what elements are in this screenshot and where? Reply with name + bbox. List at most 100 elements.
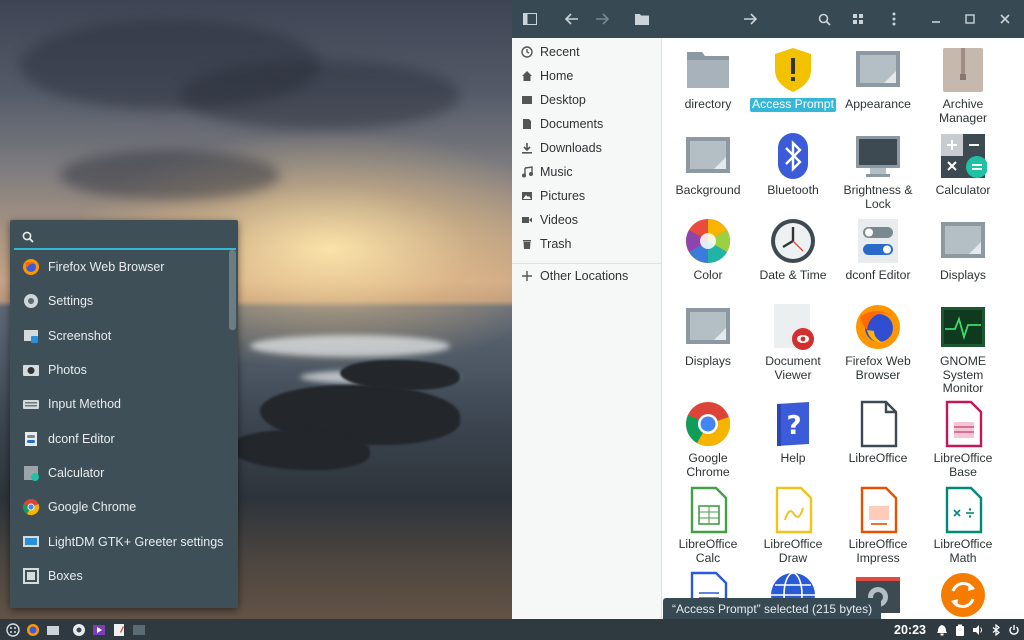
grid-item-date-time[interactable]: Date & Time bbox=[750, 217, 836, 283]
minimize-icon[interactable] bbox=[928, 11, 944, 27]
sidebar-item-videos[interactable]: Videos bbox=[512, 208, 662, 232]
grid-item-label: LibreOffice Base bbox=[933, 451, 993, 479]
grid-item-displays[interactable]: Displays bbox=[920, 217, 1006, 283]
media-player-icon[interactable] bbox=[92, 623, 106, 637]
launcher-item-label: Settings bbox=[48, 294, 94, 309]
libreoffice-base-icon bbox=[945, 400, 983, 448]
bluetooth-icon[interactable] bbox=[990, 623, 1002, 636]
grid-view-icon[interactable] bbox=[850, 11, 866, 27]
launcher-item-photos[interactable]: Photos bbox=[10, 353, 228, 387]
launcher-item-firefox[interactable]: Firefox Web Browser bbox=[10, 250, 228, 284]
notification-bell-icon[interactable] bbox=[936, 624, 948, 636]
menu-icon[interactable] bbox=[6, 622, 20, 637]
grid-item-label: Date & Time bbox=[759, 268, 827, 282]
screenshot-icon bbox=[24, 329, 38, 343]
maximize-icon[interactable] bbox=[962, 11, 978, 27]
clock[interactable]: 20:23 bbox=[894, 623, 926, 637]
launcher-app-list: Firefox Web Browser Settings Screenshot … bbox=[10, 250, 228, 593]
sidebar-item-label: Downloads bbox=[540, 141, 602, 155]
grid-item-bluetooth[interactable]: Bluetooth bbox=[750, 132, 836, 198]
grid-item-dconf-editor[interactable]: dconf Editor bbox=[835, 217, 921, 283]
sidebar-item-desktop[interactable]: Desktop bbox=[512, 88, 662, 112]
volume-icon[interactable] bbox=[972, 624, 984, 636]
search-icon[interactable] bbox=[816, 11, 832, 27]
battery-icon[interactable] bbox=[954, 624, 966, 636]
launcher-scrollbar[interactable] bbox=[229, 250, 236, 330]
terminal-icon[interactable] bbox=[132, 623, 146, 637]
sidebar-item-documents[interactable]: Documents bbox=[512, 112, 662, 136]
menu-kebab-icon[interactable] bbox=[886, 11, 902, 27]
text-editor-icon[interactable] bbox=[112, 623, 126, 637]
libreoffice-impress-icon bbox=[860, 486, 898, 534]
grid-item-archive-manager[interactable]: Archive Manager bbox=[920, 46, 1006, 125]
grid-item-libreoffice-draw[interactable]: LibreOffice Draw bbox=[750, 486, 836, 565]
grid-item-help[interactable]: ? Help bbox=[750, 400, 836, 466]
grid-item-directory[interactable]: directory bbox=[665, 46, 751, 112]
back-arrow-icon[interactable] bbox=[564, 11, 580, 27]
grid-item-label: Calculator bbox=[935, 183, 991, 197]
grid-item-libreoffice-math[interactable]: LibreOffice Math bbox=[920, 486, 1006, 565]
grid-item-software-update[interactable] bbox=[920, 571, 1006, 619]
grid-item-system-monitor[interactable]: GNOME System Monitor bbox=[920, 303, 1006, 396]
grid-item-displays-2[interactable]: Displays bbox=[665, 303, 751, 369]
grid-item-background[interactable]: Background bbox=[665, 132, 751, 198]
launcher-item-google-chrome[interactable]: Google Chrome bbox=[10, 490, 228, 524]
grid-item-libreoffice[interactable]: LibreOffice bbox=[835, 400, 921, 466]
launcher-item-label: Input Method bbox=[48, 397, 121, 412]
clock-icon bbox=[771, 219, 815, 263]
grid-item-label: LibreOffice Calc bbox=[678, 537, 738, 565]
grid-item-label: Document Viewer bbox=[765, 354, 821, 382]
sidebar-item-music[interactable]: Music bbox=[512, 160, 662, 184]
clock-icon bbox=[521, 46, 533, 58]
launcher-item-dconf-editor[interactable]: dconf Editor bbox=[10, 421, 228, 455]
launcher-item-lightdm[interactable]: LightDM GTK+ Greeter settings bbox=[10, 524, 228, 558]
monitor-icon bbox=[856, 136, 900, 177]
boxes-icon bbox=[23, 567, 39, 584]
grid-item-libreoffice-base[interactable]: LibreOffice Base bbox=[920, 400, 1006, 479]
music-icon bbox=[521, 166, 533, 178]
grid-item-appearance[interactable]: Appearance bbox=[835, 46, 921, 112]
firefox-icon bbox=[856, 305, 900, 349]
grid-item-label: LibreOffice Math bbox=[933, 537, 993, 565]
grid-item-libreoffice-impress[interactable]: LibreOffice Impress bbox=[835, 486, 921, 565]
grid-item-label: Help bbox=[780, 451, 806, 465]
folder-location-icon[interactable] bbox=[634, 11, 650, 27]
grid-item-label: LibreOffice Impress bbox=[848, 537, 908, 565]
forward-arrow-icon[interactable] bbox=[594, 11, 610, 27]
launcher-item-settings[interactable]: Settings bbox=[10, 284, 228, 318]
software-icon[interactable] bbox=[72, 623, 86, 637]
grid-item-libreoffice-calc[interactable]: LibreOffice Calc bbox=[665, 486, 751, 565]
grid-item-document-viewer[interactable]: Document Viewer bbox=[750, 303, 836, 382]
files-icon[interactable] bbox=[46, 623, 60, 637]
firefox-icon[interactable] bbox=[26, 623, 40, 637]
sidebar-item-home[interactable]: Home bbox=[512, 64, 662, 88]
grid-item-calculator[interactable]: Calculator bbox=[920, 132, 1006, 198]
libreoffice-calc-icon bbox=[690, 486, 728, 534]
sidebar-item-downloads[interactable]: Downloads bbox=[512, 136, 662, 160]
grid-item-firefox[interactable]: Firefox Web Browser bbox=[835, 303, 921, 382]
launcher-item-calculator[interactable]: Calculator bbox=[10, 456, 228, 490]
grid-item-brightness-lock[interactable]: Brightness & Lock bbox=[835, 132, 921, 211]
sidebar-toggle-icon[interactable] bbox=[522, 11, 538, 27]
sidebar-item-pictures[interactable]: Pictures bbox=[512, 184, 662, 208]
sidebar-item-trash[interactable]: Trash bbox=[512, 232, 662, 256]
path-next-arrow-icon[interactable] bbox=[742, 11, 758, 27]
sidebar-item-other-locations[interactable]: Other Locations bbox=[512, 264, 662, 288]
settings-icon bbox=[24, 294, 38, 309]
launcher-item-input-method[interactable]: Input Method bbox=[10, 387, 228, 421]
close-icon[interactable] bbox=[997, 11, 1013, 27]
file-manager-window: Recent Home Desktop Documents Downloads … bbox=[512, 0, 1024, 619]
application-launcher: Firefox Web Browser Settings Screenshot … bbox=[10, 220, 238, 608]
launcher-search-input[interactable] bbox=[40, 228, 230, 248]
launcher-item-screenshot[interactable]: Screenshot bbox=[10, 319, 228, 353]
grid-item-google-chrome[interactable]: Google Chrome bbox=[665, 400, 751, 479]
grid-item-color[interactable]: Color bbox=[665, 217, 751, 283]
sidebar-item-label: Trash bbox=[540, 237, 572, 251]
launcher-item-boxes[interactable]: Boxes bbox=[10, 559, 228, 593]
header-bar bbox=[512, 0, 1024, 38]
pictures-icon bbox=[521, 190, 533, 202]
grid-item-access-prompt[interactable]: Access Prompt bbox=[750, 46, 836, 112]
home-icon bbox=[521, 70, 533, 82]
sidebar-item-recent[interactable]: Recent bbox=[512, 40, 662, 64]
power-icon[interactable] bbox=[1008, 624, 1020, 636]
